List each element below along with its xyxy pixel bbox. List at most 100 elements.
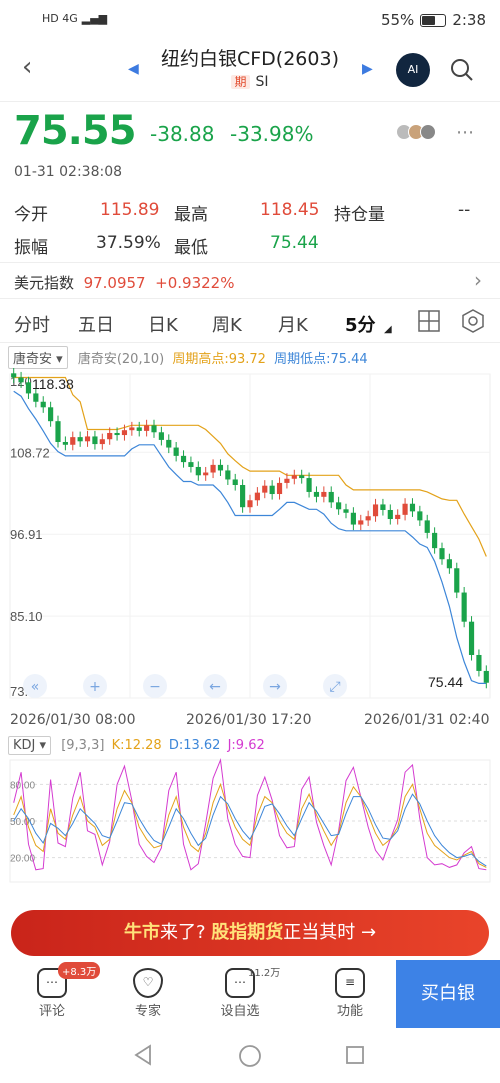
high-value: 118.45 <box>260 200 320 220</box>
futures-tag: 期 <box>231 75 250 89</box>
bottom-toolbar: ⋯ 评论 +8.3万 ♡ 专家 ⋯ 设自选 11.2万 ≡ 功能 买白银 <box>0 960 500 1030</box>
buy-button[interactable]: 买白银 <box>396 960 500 1028</box>
candle <box>25 382 32 394</box>
indicator-params: 唐奇安(20,10) <box>77 352 165 367</box>
function-label: 功能 <box>336 1004 363 1019</box>
quote-time: 01-31 02:38:08 <box>14 164 123 180</box>
candle <box>313 491 320 497</box>
candle <box>240 485 246 508</box>
user-avatars[interactable] <box>396 124 436 140</box>
layout-grid-icon[interactable] <box>418 310 440 332</box>
candle <box>262 485 268 493</box>
candle <box>77 437 83 442</box>
candle <box>291 475 297 479</box>
more-icon[interactable]: ⋯ <box>456 122 474 143</box>
usd-index-change: +0.9322% <box>155 274 235 292</box>
ai-assistant-button[interactable]: AI <box>396 53 430 87</box>
candle <box>144 425 150 431</box>
candle <box>188 462 194 467</box>
y-tick-label: 85.10 <box>10 609 43 624</box>
heart-icon: ♡ <box>133 968 163 998</box>
banner-text: 正当其时 → <box>283 922 377 943</box>
battery-percent: 55% <box>380 11 415 29</box>
divider <box>0 342 500 343</box>
period-low: 周期低点:75.44 <box>274 352 368 367</box>
promo-banner[interactable]: 牛市来了? 股指期货正当其时 → <box>11 910 489 956</box>
settings-icon[interactable] <box>461 309 485 333</box>
tab-monthly[interactable]: 月K <box>278 311 308 337</box>
tab-5day[interactable]: 五日 <box>78 311 114 337</box>
expert-button[interactable]: ♡ 专家 <box>108 960 188 1019</box>
candle <box>483 670 489 683</box>
candle <box>247 500 253 508</box>
kdj-j: J:9.62 <box>227 738 265 753</box>
tab-intraday[interactable]: 分时 <box>14 311 50 337</box>
candle <box>121 430 128 436</box>
next-arrow-icon[interactable]: ▶ <box>362 61 373 77</box>
candle <box>299 475 305 479</box>
candle <box>395 514 401 520</box>
candle <box>372 504 379 517</box>
period-high: 周期高点:93.72 <box>172 352 266 367</box>
candle <box>166 439 172 448</box>
candle <box>33 393 39 402</box>
banner-text: 来了? <box>159 922 212 943</box>
divider <box>0 298 500 299</box>
candle <box>409 503 416 512</box>
oi-value: -- <box>458 200 471 220</box>
header: ‹ ◀ 纽约白银CFD(2603) 期 SI ▶ AI <box>0 40 500 102</box>
candle <box>269 485 275 495</box>
low-marker-label: 75.44 <box>428 674 463 690</box>
candle <box>210 464 216 473</box>
candle <box>62 441 68 445</box>
chart-control-icon: + <box>89 679 101 695</box>
function-button[interactable]: ≡ 功能 <box>310 960 390 1019</box>
low-value: 75.44 <box>270 233 319 253</box>
back-triangle-icon[interactable] <box>132 1044 154 1066</box>
search-icon[interactable] <box>450 58 474 82</box>
y-tick-label: 96.91 <box>10 527 43 542</box>
candlestick-chart[interactable]: 120108.7296.9185.1073.30118.3875.44«+−←→… <box>0 368 500 708</box>
candle <box>11 373 17 378</box>
candle <box>328 491 334 503</box>
indicator-select[interactable]: 唐奇安 ▾ <box>8 346 68 369</box>
ai-label: AI <box>407 63 419 76</box>
usd-index-row[interactable]: 美元指数 97.0957 +0.9322% <box>14 272 234 293</box>
candle <box>107 432 113 440</box>
watchlist-count: 11.2万 <box>248 968 281 979</box>
candle <box>336 502 342 510</box>
candle <box>232 479 238 486</box>
x-tick-label: 2026/01/30 08:00 <box>10 712 136 728</box>
period-tabs: 分时 五日 日K 周K 月K 5分 ◢ <box>0 306 500 342</box>
kdj-chart[interactable]: 80.0050.0020.00 <box>0 756 500 886</box>
candle <box>343 509 349 513</box>
comment-badge: +8.3万 <box>58 962 101 979</box>
recents-square-icon[interactable] <box>345 1045 365 1065</box>
indicator-name: 唐奇安 <box>13 352 53 367</box>
candle <box>432 532 438 549</box>
candle <box>48 407 54 422</box>
tab-daily[interactable]: 日K <box>148 311 178 337</box>
candle <box>151 425 157 433</box>
banner-text: 股指期货 <box>211 922 284 943</box>
kdj-k: K:12.28 <box>111 738 162 753</box>
network-label: HD 4G <box>42 12 78 25</box>
tab-5min[interactable]: 5分 <box>345 311 376 337</box>
candle <box>439 548 445 560</box>
candle <box>173 447 179 456</box>
dropdown-icon[interactable]: ◢ <box>384 324 392 335</box>
kdj-select[interactable]: KDJ ▾ <box>8 736 52 755</box>
candle <box>40 401 46 408</box>
menu-icon: ≡ <box>335 968 365 998</box>
candle <box>18 377 24 383</box>
tab-weekly[interactable]: 周K <box>212 311 242 337</box>
amplitude-label: 振幅 <box>14 238 48 258</box>
chevron-right-icon[interactable]: › <box>474 268 482 292</box>
kdj-d: D:13.62 <box>168 738 221 753</box>
candle <box>158 432 164 440</box>
amplitude-value: 37.59% <box>96 233 161 253</box>
home-circle-icon[interactable] <box>238 1044 262 1068</box>
x-tick-label: 2026/01/30 17:20 <box>186 712 312 728</box>
kdj-params: [9,3,3] <box>61 738 105 753</box>
oi-label: 持仓量 <box>334 205 385 225</box>
